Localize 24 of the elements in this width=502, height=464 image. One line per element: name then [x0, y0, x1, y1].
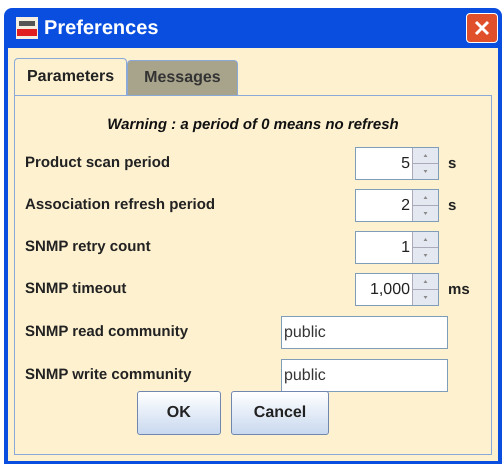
dialog-button[interactable]: OK [136, 390, 221, 434]
spin-field[interactable]: 2 [355, 189, 439, 222]
unit-label: s [448, 154, 456, 172]
spin-field[interactable]: 5 [355, 147, 439, 180]
field-label: SNMP read community [25, 322, 190, 342]
field-label: SNMP retry count [25, 237, 152, 258]
field-label: SNMP timeout [25, 279, 128, 300]
close-button[interactable] [466, 13, 498, 43]
warning-text: Warning : a period of 0 means no refresh [106, 115, 400, 135]
text-field[interactable]: public [281, 358, 448, 392]
field-label: Product scan period [25, 153, 172, 174]
tab[interactable]: Parameters [14, 58, 128, 95]
spin-field[interactable]: 1,000 [355, 273, 439, 306]
field-label: Association refresh period [25, 195, 216, 216]
close-icon [473, 19, 491, 37]
dialog-button[interactable]: Cancel [230, 390, 330, 434]
field-label: SNMP write community [25, 364, 192, 385]
window-title: Preferences [44, 16, 160, 41]
unit-label: ms [448, 280, 470, 298]
app-logo-icon [16, 17, 38, 39]
text-field[interactable]: public [281, 316, 448, 348]
spin-field[interactable]: 1 [355, 231, 439, 264]
unit-label: s [448, 196, 456, 214]
tab[interactable]: Messages [127, 60, 238, 95]
